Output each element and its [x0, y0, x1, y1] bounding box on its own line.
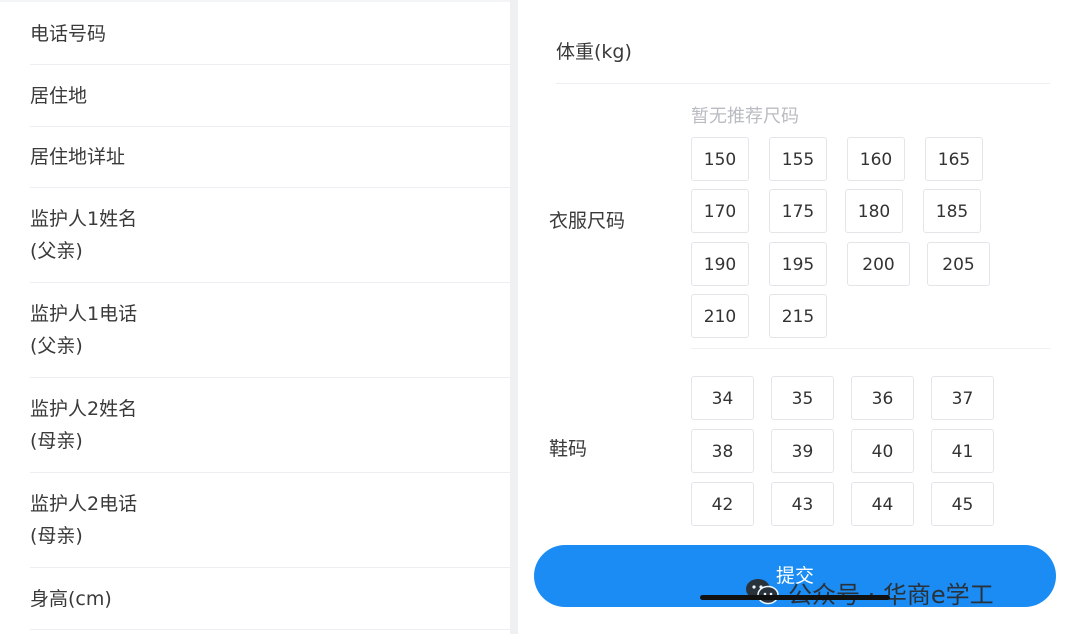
shoe-size-option[interactable]: 36: [851, 376, 914, 420]
form-row-phone[interactable]: 电话号码: [30, 18, 510, 65]
weight-label: 体重(kg): [556, 41, 632, 63]
clothing-size-option[interactable]: 160: [847, 137, 905, 181]
clothing-size-option[interactable]: 205: [927, 242, 990, 286]
screen: 电话号码 居住地 居住地详址 监护人1姓名 (父亲) 监护人1电话 (父亲) 监…: [0, 0, 1080, 634]
guardian1-name-relation: (父亲): [30, 240, 83, 262]
right-form-panel: 体重(kg) 暂无推荐尺码 衣服尺码 150 155 160 165 170 1…: [518, 0, 1080, 634]
shoe-size-label: 鞋码: [549, 438, 588, 460]
clothing-size-option[interactable]: 180: [845, 189, 903, 233]
home-indicator: [700, 595, 890, 600]
clothing-size-option[interactable]: 195: [769, 242, 827, 286]
clothing-size-option[interactable]: 210: [691, 294, 749, 338]
clothing-size-option[interactable]: 185: [923, 189, 981, 233]
guardian2-name-label: 监护人2姓名: [30, 398, 138, 420]
form-row-height[interactable]: 身高(cm): [30, 583, 510, 630]
form-row-address[interactable]: 居住地详址: [30, 141, 510, 188]
guardian1-phone-relation: (父亲): [30, 335, 83, 357]
height-label: 身高(cm): [30, 588, 112, 610]
shoe-size-option[interactable]: 44: [851, 482, 914, 526]
shoe-size-option[interactable]: 45: [931, 482, 994, 526]
clothing-size-option[interactable]: 165: [925, 137, 983, 181]
shoe-size-option[interactable]: 35: [771, 376, 834, 420]
clothing-size-option[interactable]: 150: [691, 137, 749, 181]
no-recommended-size-hint: 暂无推荐尺码: [691, 106, 799, 127]
watermark: 公众号 · 华商e学工: [744, 574, 994, 610]
guardian1-name-label: 监护人1姓名: [30, 208, 138, 230]
form-row-residence[interactable]: 居住地: [30, 80, 510, 127]
shoe-size-option[interactable]: 39: [771, 429, 834, 473]
clothing-size-option[interactable]: 190: [691, 242, 749, 286]
shoe-size-option[interactable]: 34: [691, 376, 754, 420]
shoe-size-option[interactable]: 38: [691, 429, 754, 473]
form-row-guardian1-name[interactable]: 监护人1姓名 (父亲): [30, 203, 510, 283]
clothing-size-option[interactable]: 175: [769, 189, 827, 233]
residence-label: 居住地: [30, 85, 88, 107]
section-divider: [691, 348, 1050, 349]
address-label: 居住地详址: [30, 146, 126, 168]
shoe-size-option[interactable]: 37: [931, 376, 994, 420]
wechat-icon: [744, 577, 780, 607]
shoe-size-option[interactable]: 41: [931, 429, 994, 473]
watermark-text: 公众号 · 华商e学工: [788, 580, 994, 609]
form-row-guardian2-phone[interactable]: 监护人2电话 (母亲): [30, 488, 510, 568]
clothing-size-option[interactable]: 170: [691, 189, 749, 233]
form-row-guardian1-phone[interactable]: 监护人1电话 (父亲): [30, 298, 510, 378]
guardian2-phone-label: 监护人2电话: [30, 493, 138, 515]
phone-label: 电话号码: [30, 23, 107, 45]
guardian2-phone-relation: (母亲): [30, 525, 83, 547]
guardian1-phone-label: 监护人1电话: [30, 303, 138, 325]
shoe-size-option[interactable]: 43: [771, 482, 834, 526]
left-form-panel: 电话号码 居住地 居住地详址 监护人1姓名 (父亲) 监护人1电话 (父亲) 监…: [0, 0, 510, 634]
guardian2-name-relation: (母亲): [30, 430, 83, 452]
clothing-size-option[interactable]: 155: [769, 137, 827, 181]
form-row-guardian2-name[interactable]: 监护人2姓名 (母亲): [30, 393, 510, 473]
clothing-size-option[interactable]: 215: [769, 294, 827, 338]
clothing-size-option[interactable]: 200: [847, 242, 910, 286]
shoe-size-option[interactable]: 42: [691, 482, 754, 526]
shoe-size-option[interactable]: 40: [851, 429, 914, 473]
form-row-weight[interactable]: 体重(kg): [556, 36, 1050, 84]
clothing-size-label: 衣服尺码: [549, 210, 626, 232]
